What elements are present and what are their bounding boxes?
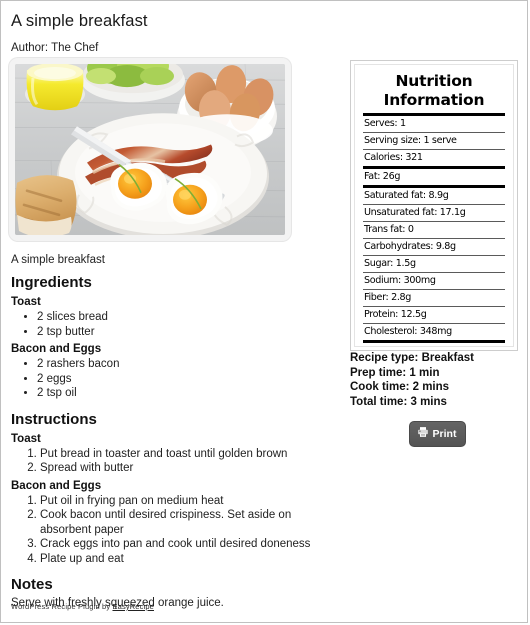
instruction-list: Put bread in toaster and toast until gol… [11,447,341,476]
nutrition-row: Fat: 26g [364,171,401,182]
list-item: Crack eggs into pan and cook until desir… [40,537,341,552]
easyrecipe-link[interactable]: EasyRecipe [112,602,154,611]
nutrition-row: Serves: 1 [364,118,406,129]
print-button-container: Print [350,421,525,447]
recipe-author: Author: The Chef [11,42,99,54]
nutrition-row: Calories: 321 [364,152,423,163]
nutrition-panel-inner: Nutrition Information Serves: 1 Serving s… [354,64,514,347]
ingredient-group-name: Bacon and Eggs [11,343,102,355]
list-item: Put bread in toaster and toast until gol… [40,447,341,462]
recipe-meta: Recipe type: Breakfast Prep time: 1 min … [350,351,525,409]
nutrition-row: Unsaturated fat: 17.1g [364,207,466,218]
ingredient-list: 2 rashers bacon 2 eggs 2 tsp oil [11,357,341,401]
recipe-photo-frame [9,58,291,241]
list-item: 2 tsp oil [37,386,341,401]
list-item: 2 eggs [37,372,341,387]
print-button[interactable]: Print [408,421,467,447]
nutrition-title-line2: Information [383,91,485,109]
nutrition-title: Nutrition Information [363,72,505,110]
nutrition-rows: Serves: 1 Serving size: 1 serve Calories: … [363,116,505,343]
recipe-card: A simple breakfast Author: The Chef A si… [0,0,528,623]
photo-caption: A simple breakfast [11,254,105,266]
plugin-footer-text: WordPress Recipe Plugin by [11,602,113,611]
list-item: Plate up and eat [40,552,341,567]
meta-total-time: Total time: 3 mins [350,395,447,408]
notes-heading: Notes [11,576,53,593]
instructions-heading: Instructions [11,410,97,428]
recipe-card-inner: A simple breakfast Author: The Chef A si… [1,1,527,622]
ingredient-list: 2 slices bread 2 tsp butter [11,310,341,339]
ingredient-group-name: Toast [11,296,41,308]
list-item: 2 tsp butter [37,325,341,340]
nutrition-row: Fiber: 2.8g [364,292,412,303]
nutrition-row: Sugar: 1.5g [364,258,416,269]
instruction-group-name: Bacon and Eggs [11,479,102,492]
nutrition-information-panel: Nutrition Information Serves: 1 Serving s… [350,60,518,351]
nutrition-row: Cholesterol: 348mg [364,326,452,337]
ingredients-heading: Ingredients [11,274,92,291]
recipe-body: Ingredients Toast 2 slices bread 2 tsp b… [11,273,341,610]
nutrition-row: Saturated fat: 8.9g [364,190,449,201]
meta-cook-time: Cook time: 2 mins [350,381,450,393]
plugin-footer: WordPress Recipe Plugin by EasyRecipe [11,602,154,612]
list-item: 2 slices bread [37,310,341,325]
meta-prep-time: Prep time: 1 min [350,366,440,379]
nutrition-divider [363,340,505,343]
meta-recipe-type: Recipe type: Breakfast [350,352,474,364]
nutrition-row: Sodium: 300mg [364,275,436,286]
list-item: Cook bacon until desired crispiness. Set… [40,508,341,537]
instruction-list: Put oil in frying pan on medium heat Coo… [11,494,341,567]
page-title: A simple breakfast [11,12,148,30]
list-item: 2 rashers bacon [37,357,341,372]
print-button-label: Print [432,428,457,440]
nutrition-title-line1: Nutrition [395,72,473,90]
list-item: Put oil in frying pan on medium heat [40,494,341,509]
nutrition-row: Trans fat: 0 [364,224,414,235]
list-item: Spread with butter [40,461,341,476]
nutrition-row: Carbohydrates: 9.8g [364,241,456,252]
nutrition-row: Serving size: 1 serve [364,135,457,146]
recipe-photo [15,64,285,235]
printer-icon [417,425,429,443]
nutrition-row: Protein: 12.5g [364,309,427,320]
instruction-group-name: Toast [11,432,41,445]
